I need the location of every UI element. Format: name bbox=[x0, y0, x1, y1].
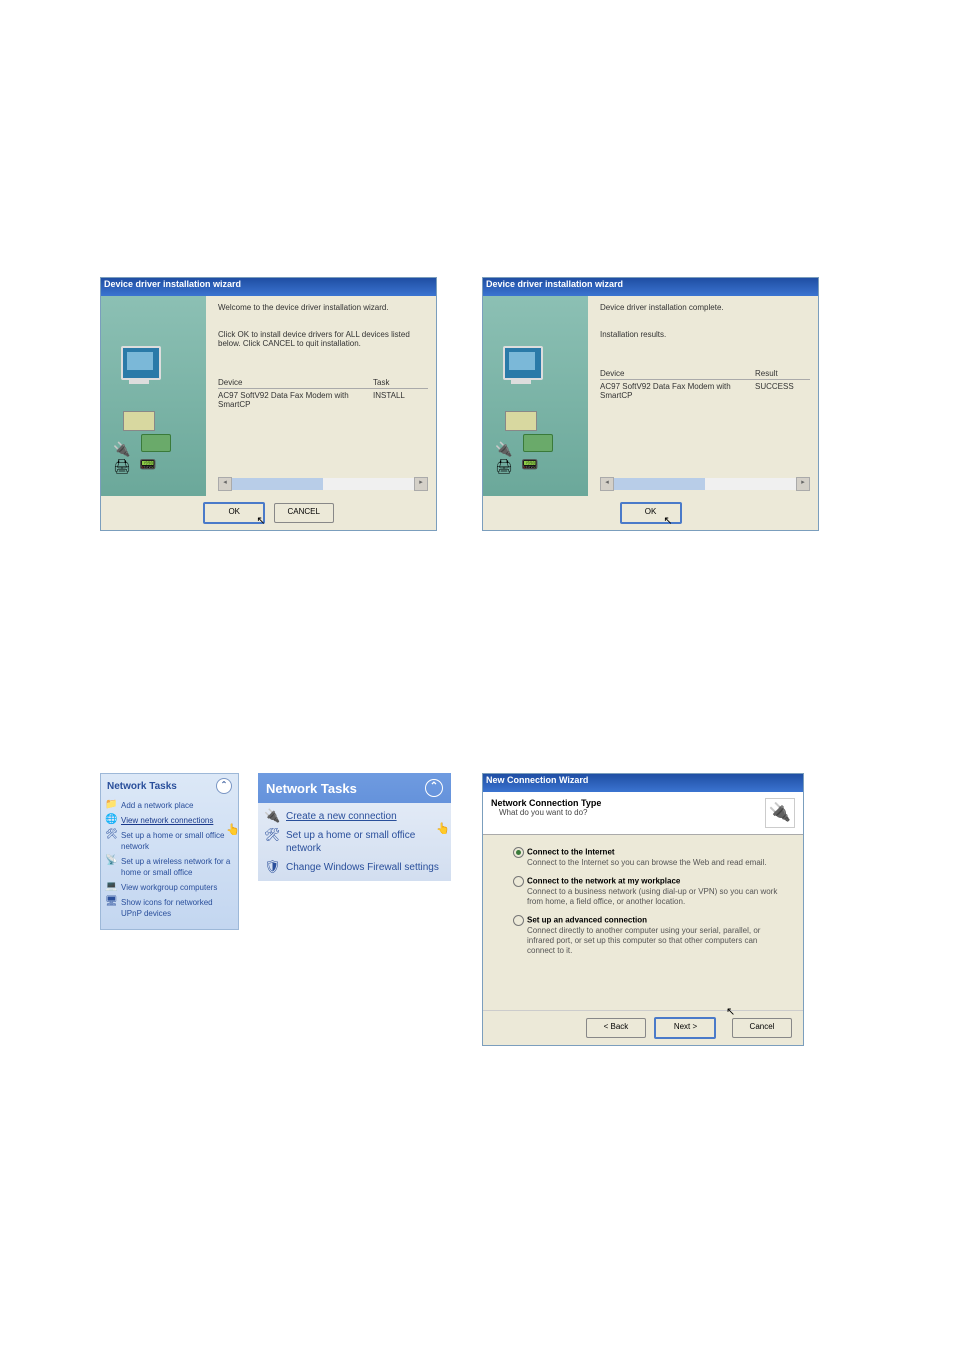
scroll-left[interactable]: ◂ bbox=[218, 477, 232, 491]
scrollbar[interactable]: ◂ ▸ bbox=[218, 478, 428, 490]
scroll-right[interactable]: ▸ bbox=[414, 477, 428, 491]
task-item[interactable]: 🛠Set up a home or small office network bbox=[258, 826, 451, 858]
col-task: Task bbox=[373, 378, 428, 387]
task-icon: 🌐 bbox=[105, 814, 117, 826]
ok-button[interactable]: OK bbox=[620, 502, 682, 524]
scrollbar[interactable]: ◂ ▸ bbox=[600, 478, 810, 490]
header-subtitle: What do you want to do? bbox=[491, 808, 765, 817]
wizard-sidebar: 🔌 🖨 📟 bbox=[483, 296, 588, 496]
radio-icon[interactable] bbox=[513, 847, 524, 858]
radio-option[interactable]: Connect to the network at my workplaceCo… bbox=[513, 876, 785, 907]
pane-header[interactable]: Network Tasks ⌃ bbox=[101, 774, 238, 798]
wizard-sidebar: 🔌 🖨 📟 bbox=[101, 296, 206, 496]
back-button[interactable]: < Back bbox=[586, 1018, 646, 1038]
titlebar: New Connection Wizard bbox=[483, 774, 803, 792]
radio-icon[interactable] bbox=[513, 915, 524, 926]
radio-option[interactable]: Set up an advanced connectionConnect dir… bbox=[513, 915, 785, 956]
button-row: OK ↖ bbox=[483, 496, 818, 530]
titlebar: Device driver installation wizard bbox=[483, 278, 818, 296]
driver-wizard-1: Device driver installation wizard 🔌 🖨 📟 … bbox=[100, 277, 437, 531]
next-button[interactable]: Next > bbox=[654, 1017, 716, 1039]
ok-button[interactable]: OK bbox=[203, 502, 265, 524]
option-description: Connect directly to another computer usi… bbox=[513, 926, 785, 956]
task-item[interactable]: 📡Set up a wireless network for a home or… bbox=[101, 854, 238, 880]
header-title: Network Connection Type bbox=[491, 798, 765, 808]
task-icon: 🛠 bbox=[264, 828, 280, 844]
task-item[interactable]: 🌐View network connections bbox=[101, 813, 238, 828]
device-name: AC97 SoftV92 Data Fax Modem with SmartCP bbox=[600, 382, 755, 400]
cancel-button[interactable]: CANCEL bbox=[274, 503, 334, 523]
task-icon: 💻 bbox=[105, 881, 117, 893]
button-row: < Back Next > Cancel bbox=[483, 1010, 803, 1045]
task-item[interactable]: 🛡Change Windows Firewall settings bbox=[258, 858, 451, 877]
result-value: SUCCESS bbox=[755, 382, 810, 400]
task-item[interactable]: 💻View workgroup computers bbox=[101, 880, 238, 895]
new-connection-wizard: New Connection Wizard Network Connection… bbox=[482, 773, 804, 1046]
complete-text: Device driver installation complete. bbox=[600, 303, 810, 312]
scroll-left[interactable]: ◂ bbox=[600, 477, 614, 491]
col-device: Device bbox=[218, 378, 373, 387]
task-icon: 🛠 bbox=[105, 829, 117, 841]
button-row: OK CANCEL ↖ bbox=[101, 496, 436, 530]
task-item[interactable]: 📁Add a network place bbox=[101, 798, 238, 813]
task-item[interactable]: 🛠Set up a home or small office network bbox=[101, 828, 238, 854]
task-icon: 🛡 bbox=[264, 860, 280, 876]
task-item[interactable]: 🖥Show icons for networked UPnP devices bbox=[101, 895, 238, 921]
option-description: Connect to the Internet so you can brows… bbox=[513, 858, 785, 868]
task-item[interactable]: 🔌Create a new connection bbox=[258, 807, 451, 826]
collapse-icon[interactable]: ⌃ bbox=[425, 779, 443, 797]
radio-icon[interactable] bbox=[513, 876, 524, 887]
col-result: Result bbox=[755, 369, 810, 378]
cancel-button[interactable]: Cancel bbox=[732, 1018, 792, 1038]
titlebar: Device driver installation wizard bbox=[101, 278, 436, 296]
results-text: Installation results. bbox=[600, 330, 810, 339]
option-description: Connect to a business network (using dia… bbox=[513, 887, 785, 907]
collapse-icon[interactable]: ⌃ bbox=[216, 778, 232, 794]
task-icon: 🖥 bbox=[105, 896, 117, 908]
instruction-text: Click OK to install device drivers for A… bbox=[218, 330, 428, 348]
wizard-icon: 🔌 bbox=[765, 798, 795, 828]
device-name: AC97 SoftV92 Data Fax Modem with SmartCP bbox=[218, 391, 373, 409]
task-icon: 🔌 bbox=[264, 809, 280, 825]
network-tasks-pane-small: Network Tasks ⌃ 📁Add a network place🌐Vie… bbox=[100, 773, 239, 930]
scroll-right[interactable]: ▸ bbox=[796, 477, 810, 491]
welcome-text: Welcome to the device driver installatio… bbox=[218, 303, 428, 312]
pane-header[interactable]: Network Tasks ⌃ bbox=[258, 773, 451, 803]
radio-option[interactable]: Connect to the InternetConnect to the In… bbox=[513, 847, 785, 868]
wizard-header: Network Connection Type What do you want… bbox=[483, 792, 803, 835]
driver-wizard-2: Device driver installation wizard 🔌 🖨 📟 … bbox=[482, 277, 819, 531]
task-value: INSTALL bbox=[373, 391, 428, 409]
wizard-body: Connect to the InternetConnect to the In… bbox=[483, 835, 803, 1010]
col-device: Device bbox=[600, 369, 755, 378]
task-icon: 📁 bbox=[105, 799, 117, 811]
task-icon: 📡 bbox=[105, 855, 117, 867]
network-tasks-pane-big: Network Tasks ⌃ 🔌Create a new connection… bbox=[258, 773, 451, 881]
